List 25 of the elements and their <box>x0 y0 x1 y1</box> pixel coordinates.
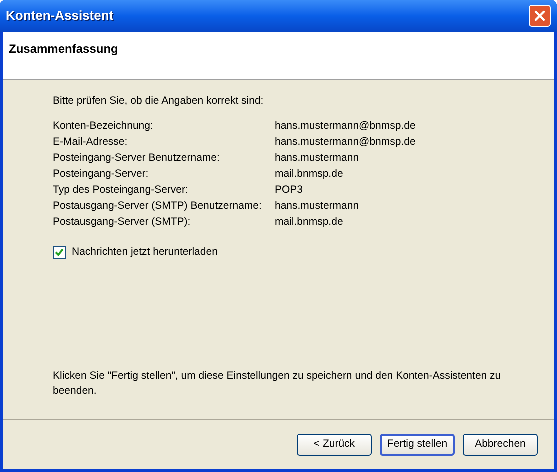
summary-label: Postausgang-Server (SMTP) Benutzername: <box>53 198 263 214</box>
intro-text: Bitte prüfen Sie, ob die Angaben korrekt sind: <box>53 94 265 109</box>
close-icon <box>534 10 546 22</box>
dialog-button[interactable]: Fertig stellen <box>380 434 455 456</box>
summary-label: Konten-Bezeichnung: <box>53 118 154 134</box>
summary-label: E-Mail-Adresse: <box>53 134 129 150</box>
summary-label: Posteingang-Server Benutzername: <box>53 150 221 166</box>
window-title: Konten-Assistent <box>6 7 114 26</box>
download-checkbox[interactable]: Nachrichten jetzt herunterladen <box>53 244 534 260</box>
checkmark-icon <box>55 248 64 258</box>
summary-value: POP3 <box>275 182 304 198</box>
dialog-button[interactable]: Abbrechen <box>463 434 538 456</box>
summary-label: Postausgang-Server (SMTP): <box>53 214 192 230</box>
page-heading: Zusammenfassung <box>9 42 118 56</box>
summary-value: hans.mustermann@bnmsp.de <box>275 134 416 150</box>
summary-value: mail.bnmsp.de <box>275 214 344 230</box>
summary-value: hans.mustermann <box>275 150 360 166</box>
summary-value: mail.bnmsp.de <box>275 166 344 182</box>
summary-label: Posteingang-Server: <box>53 166 150 182</box>
close-button[interactable] <box>529 5 551 27</box>
summary-value: hans.mustermann <box>275 198 360 214</box>
dialog-button[interactable]: < Zurück <box>297 434 372 456</box>
summary-value: hans.mustermann@bnmsp.de <box>275 118 416 134</box>
hint-text: Klicken Sie "Fertig stellen", um diese Einstellungen zu speichern und den Konten-Assistenten zu beenden. <box>53 369 502 399</box>
summary-label: Typ des Posteingang-Server: <box>53 182 190 198</box>
